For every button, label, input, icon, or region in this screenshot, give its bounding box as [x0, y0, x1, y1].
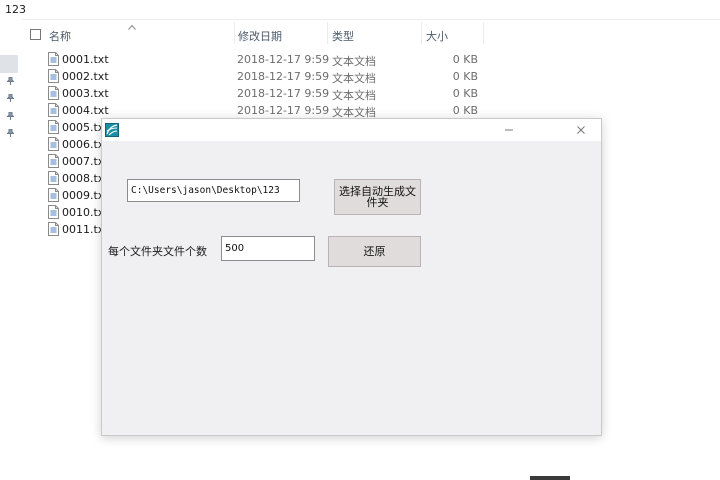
text-file-icon: [48, 137, 59, 151]
list-item[interactable]: 0004.txt 2018-12-17 9:59 文本文档 0 KB: [0, 102, 490, 119]
restore-button[interactable]: 还原: [328, 236, 421, 267]
column-separator[interactable]: [421, 22, 422, 44]
select-all-checkbox[interactable]: [30, 29, 41, 40]
file-name: 0001.txt: [62, 53, 109, 66]
text-file-icon: [48, 205, 59, 219]
list-item[interactable]: 0003.txt 2018-12-17 9:59 文本文档 0 KB: [0, 85, 490, 102]
list-item[interactable]: 0002.txt 2018-12-17 9:59 文本文档 0 KB: [0, 68, 490, 85]
file-modified: 2018-12-17 9:59: [237, 104, 330, 117]
column-header-name[interactable]: 名称: [49, 28, 71, 44]
file-size: 0 KB: [452, 53, 478, 66]
column-separator[interactable]: [234, 22, 235, 44]
text-file-icon: [48, 188, 59, 202]
dialog-titlebar[interactable]: [102, 119, 601, 141]
folder-path-input[interactable]: C:\Users\jason\Desktop\123: [127, 179, 300, 202]
text-file-icon: [48, 120, 59, 134]
list-item[interactable]: 0001.txt 2018-12-17 9:59 文本文档 0 KB: [0, 51, 490, 68]
address-bar[interactable]: 123: [0, 0, 720, 20]
text-file-icon: [48, 69, 59, 83]
app-logo-icon: [105, 123, 119, 137]
file-modified: 2018-12-17 9:59: [237, 87, 330, 100]
restore-button-label: 还原: [363, 245, 386, 258]
select-folder-button[interactable]: 选择自动生成文件夹: [334, 179, 421, 215]
file-name: 0004.txt: [62, 104, 109, 117]
column-header-type[interactable]: 类型: [332, 28, 354, 44]
text-file-icon: [48, 86, 59, 100]
close-icon[interactable]: [572, 121, 590, 139]
file-type: 文本文档: [332, 55, 376, 68]
column-header-size[interactable]: 大小: [426, 28, 448, 44]
text-file-icon: [48, 154, 59, 168]
column-separator[interactable]: [327, 22, 328, 44]
column-header-modified[interactable]: 修改日期: [238, 28, 282, 44]
file-type: 文本文档: [332, 72, 376, 85]
file-list-header: 名称 修改日期 类型 大小: [28, 22, 488, 46]
files-per-folder-label: 每个文件夹文件个数: [108, 245, 207, 258]
taskbar-fragment: [530, 476, 570, 480]
address-text: 123: [5, 3, 26, 16]
minimize-icon[interactable]: [500, 121, 518, 139]
file-name: 0002.txt: [62, 70, 109, 83]
file-type: 文本文档: [332, 89, 376, 102]
column-separator[interactable]: [483, 22, 484, 44]
files-per-folder-input[interactable]: 500: [221, 236, 315, 261]
text-file-icon: [48, 171, 59, 185]
file-size: 0 KB: [452, 70, 478, 83]
sort-ascending-icon: [128, 20, 136, 30]
text-file-icon: [48, 103, 59, 117]
file-modified: 2018-12-17 9:59: [237, 70, 330, 83]
folder-split-dialog: C:\Users\jason\Desktop\123 选择自动生成文件夹 每个文…: [101, 118, 602, 436]
text-file-icon: [48, 222, 59, 236]
file-modified: 2018-12-17 9:59: [237, 53, 330, 66]
file-name: 0003.txt: [62, 87, 109, 100]
file-size: 0 KB: [452, 87, 478, 100]
file-size: 0 KB: [452, 104, 478, 117]
select-folder-button-label: 选择自动生成文件夹: [339, 185, 416, 209]
text-file-icon: [48, 52, 59, 66]
